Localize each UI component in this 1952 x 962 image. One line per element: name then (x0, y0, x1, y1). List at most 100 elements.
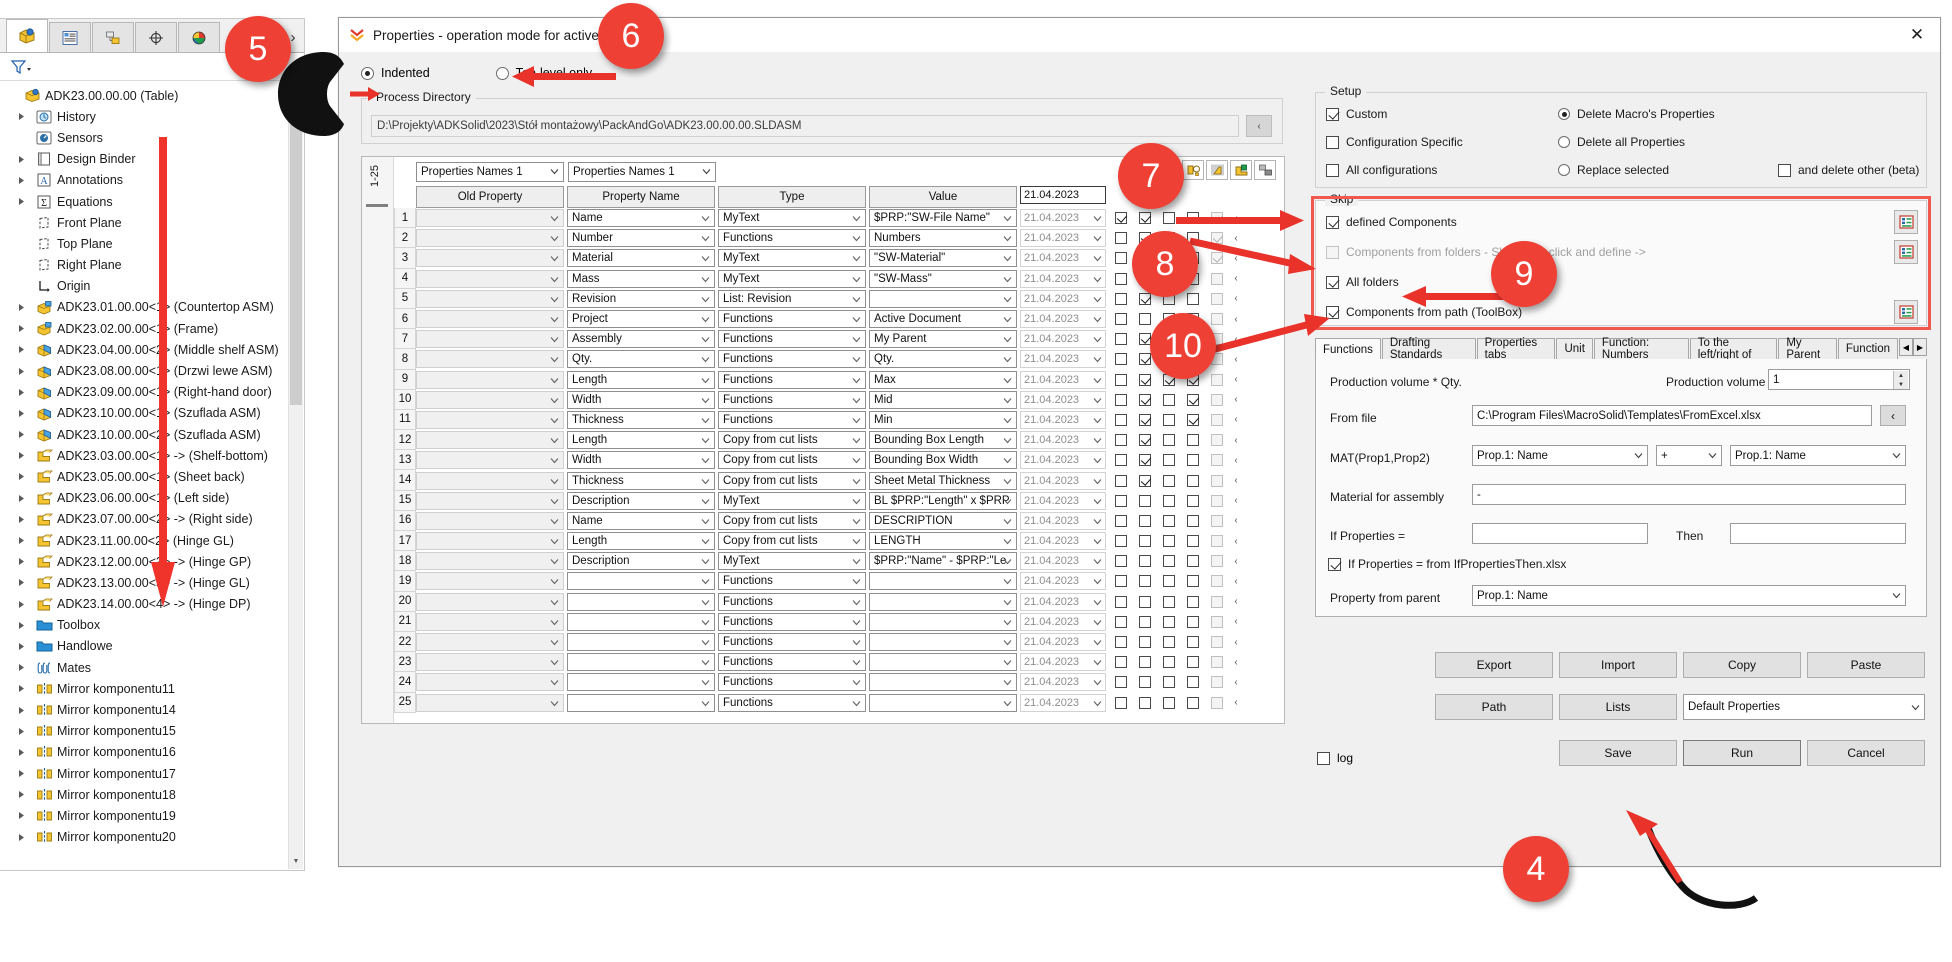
cutlist-checkbox[interactable] (1115, 292, 1127, 305)
type-select[interactable]: Functions (718, 633, 866, 652)
old-select[interactable] (416, 511, 564, 530)
type-select[interactable]: Functions (718, 350, 866, 369)
chevron-down-icon[interactable] (1003, 315, 1012, 324)
table-row[interactable]: 16 Name Copy from cut lists DESCRIPTION 21.0… (394, 510, 1284, 531)
part-color-checkbox[interactable] (1187, 494, 1199, 507)
sheetmetal-checkbox-cell[interactable] (1157, 636, 1181, 649)
expand-arrow-icon[interactable] (18, 303, 34, 312)
old-select[interactable] (416, 653, 564, 672)
cutlist-checkbox[interactable] (1115, 494, 1127, 507)
expand-arrow-icon[interactable] (18, 621, 34, 630)
chevron-down-icon[interactable] (550, 167, 559, 176)
cutlist-checkbox-cell[interactable] (1109, 252, 1133, 265)
preset-select-right[interactable]: Properties Names 1 (568, 162, 716, 182)
configuration-checkbox[interactable] (1211, 555, 1223, 568)
chevron-down-icon[interactable] (1093, 678, 1102, 687)
part-color-checkbox-cell[interactable] (1181, 474, 1205, 487)
chevron-down-icon[interactable] (1003, 234, 1012, 243)
chevron-down-icon[interactable] (1003, 658, 1012, 667)
scrollbar-thumb[interactable] (290, 115, 302, 405)
weldment-checkbox[interactable] (1139, 595, 1151, 608)
type-select[interactable]: List: Revision (718, 289, 866, 308)
table-row[interactable]: 23 Functions 21.04.2023 ‹ (394, 652, 1284, 673)
expand-arrow-icon[interactable] (18, 472, 34, 481)
expand-arrow-icon[interactable] (18, 536, 34, 545)
part-color-checkbox-cell[interactable] (1181, 595, 1205, 608)
row-expand-button[interactable]: ‹ (1229, 374, 1243, 385)
old-select[interactable] (416, 209, 564, 228)
sheetmetal-checkbox-cell[interactable] (1157, 494, 1181, 507)
sheetmetal-checkbox-cell[interactable] (1157, 393, 1181, 406)
part-color-checkbox[interactable] (1187, 595, 1199, 608)
configuration-checkbox-cell[interactable] (1205, 575, 1229, 588)
cutlist-checkbox[interactable] (1115, 676, 1127, 689)
weldment-checkbox[interactable] (1139, 413, 1151, 426)
tree-item[interactable]: Mirror komponentu17 (4, 763, 304, 784)
chevron-down-icon[interactable] (852, 335, 861, 344)
chevron-down-icon[interactable] (852, 497, 861, 506)
expand-arrow-icon[interactable] (18, 600, 34, 609)
configuration-checkbox[interactable] (1211, 676, 1223, 689)
row-date-field[interactable]: 21.04.2023 (1020, 673, 1106, 692)
tab-prev-button[interactable]: ◀ (1899, 338, 1913, 356)
chevron-down-icon[interactable] (1003, 477, 1012, 486)
spinner-buttons[interactable]: ▲ ▼ (1893, 371, 1908, 389)
chevron-down-icon[interactable] (701, 275, 710, 284)
checkbox-log[interactable]: log (1317, 751, 1353, 765)
chevron-down-icon[interactable] (550, 577, 559, 586)
cutlist-checkbox[interactable] (1115, 535, 1127, 548)
import-button[interactable]: Import (1559, 652, 1677, 678)
list-define-icon[interactable] (1894, 300, 1918, 324)
value-select[interactable]: BL $PRP:"Length" x $PRP (869, 491, 1017, 510)
sheetmetal-checkbox[interactable] (1163, 454, 1175, 467)
weldment-checkbox-cell[interactable] (1133, 555, 1157, 568)
weldment-checkbox-cell[interactable] (1133, 615, 1157, 628)
name-select[interactable]: Name (567, 209, 715, 228)
chevron-down-icon[interactable] (1093, 517, 1102, 526)
save-button[interactable]: Save (1559, 740, 1677, 766)
chevron-down-icon[interactable] (702, 167, 711, 176)
value-select[interactable]: "SW-Mass" (869, 269, 1017, 288)
old-select[interactable] (416, 370, 564, 389)
tab-feature-manager[interactable] (6, 19, 48, 52)
configuration-checkbox[interactable] (1211, 656, 1223, 669)
skip-checkbox[interactable] (1326, 245, 1339, 259)
chevron-down-icon[interactable] (852, 396, 861, 405)
tab-property-manager[interactable] (49, 22, 91, 52)
part-color-checkbox[interactable] (1187, 656, 1199, 669)
cutlist-checkbox[interactable] (1115, 555, 1127, 568)
part-color-checkbox[interactable] (1187, 413, 1199, 426)
weldment-checkbox[interactable] (1139, 656, 1151, 669)
weldment-checkbox[interactable] (1139, 514, 1151, 527)
cutlist-checkbox[interactable] (1115, 656, 1127, 669)
name-select[interactable] (567, 653, 715, 672)
expand-arrow-icon[interactable] (18, 451, 34, 460)
weldment-checkbox[interactable] (1139, 313, 1151, 326)
weldment-checkbox-cell[interactable] (1133, 636, 1157, 649)
configuration-checkbox-cell[interactable] (1205, 656, 1229, 669)
configuration-checkbox-cell[interactable] (1205, 494, 1229, 507)
weldment-checkbox[interactable] (1139, 696, 1151, 709)
mat-operator-select[interactable]: + (1656, 445, 1722, 466)
name-select[interactable]: Thickness (567, 410, 715, 429)
chevron-down-icon[interactable] (550, 376, 559, 385)
sheetmetal-checkbox[interactable] (1163, 494, 1175, 507)
sheetmetal-checkbox-cell[interactable] (1157, 454, 1181, 467)
expand-arrow-icon[interactable] (18, 197, 34, 206)
cutlist-checkbox-cell[interactable] (1109, 696, 1133, 709)
sheetmetal-checkbox-cell[interactable] (1157, 413, 1181, 426)
chevron-down-icon[interactable] (1003, 214, 1012, 223)
chevron-down-icon[interactable] (852, 456, 861, 465)
value-select[interactable]: Bounding Box Width (869, 451, 1017, 470)
part-color-checkbox[interactable] (1187, 615, 1199, 628)
chevron-down-icon[interactable] (701, 517, 710, 526)
chevron-down-icon[interactable] (1003, 699, 1012, 708)
weldment-checkbox-cell[interactable] (1133, 514, 1157, 527)
value-select[interactable]: $PRP:"SW-File Name" (869, 209, 1017, 228)
chevron-down-icon[interactable] (701, 537, 710, 546)
chevron-down-icon[interactable] (701, 577, 710, 586)
weldment-checkbox-cell[interactable] (1133, 696, 1157, 709)
old-select[interactable] (416, 310, 564, 329)
configuration-checkbox[interactable] (1211, 393, 1223, 406)
chevron-down-icon[interactable] (1093, 376, 1102, 385)
